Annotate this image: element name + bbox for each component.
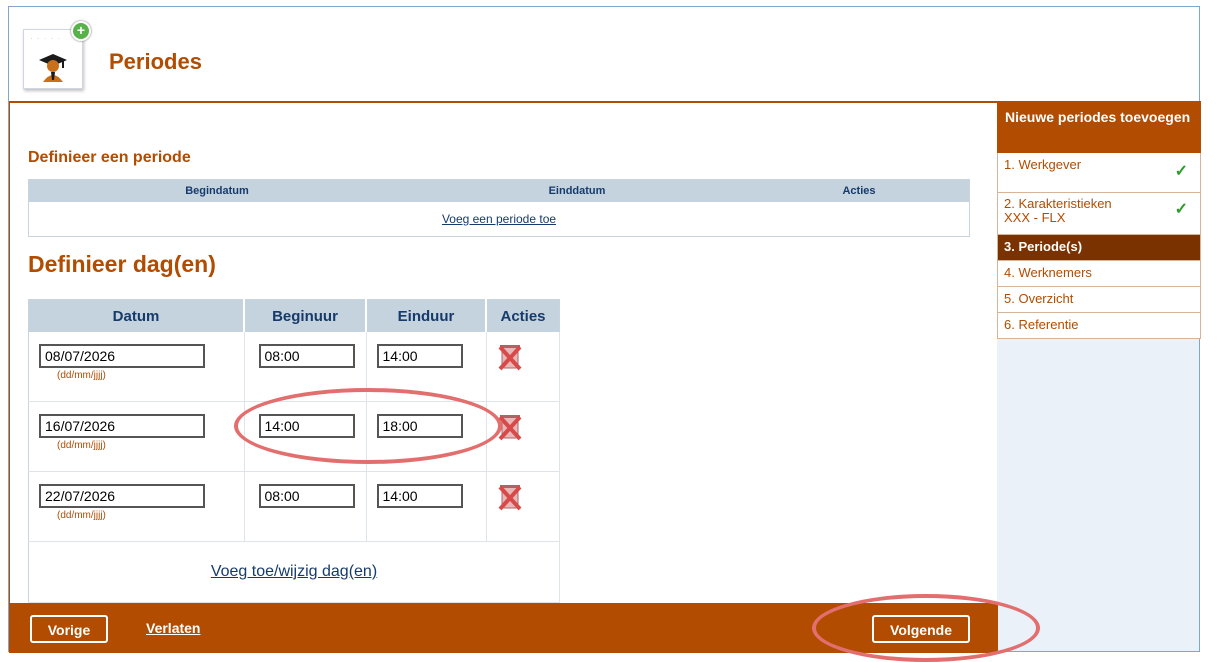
col-datum: Datum bbox=[28, 299, 245, 332]
graduate-icon bbox=[39, 54, 67, 82]
col-acties: Acties bbox=[749, 179, 970, 202]
sidebar-title: Nieuwe periodes toevoegen bbox=[997, 101, 1201, 153]
delete-icon[interactable] bbox=[497, 412, 523, 442]
days-section-title: Definieer dag(en) bbox=[28, 251, 216, 277]
start-time-input[interactable]: 08:00 bbox=[258, 344, 355, 368]
date-format-hint: (dd/mm/jjjj) bbox=[57, 510, 106, 521]
step-label: 3. Periode(s) bbox=[1004, 239, 1083, 254]
check-icon: ✓ bbox=[1174, 201, 1188, 218]
date-input[interactable]: 16/07/2026 bbox=[39, 414, 205, 438]
previous-button[interactable]: Vorige bbox=[30, 615, 108, 643]
delete-icon[interactable] bbox=[497, 342, 523, 372]
leave-link[interactable]: Verlaten bbox=[146, 620, 200, 636]
col-beginuur: Beginuur bbox=[244, 299, 367, 332]
wizard-steps-sidebar: Nieuwe periodes toevoegen 1. Werkgever ✓… bbox=[997, 101, 1201, 361]
date-format-hint: (dd/mm/jjjj) bbox=[57, 370, 106, 381]
page-title: Periodes bbox=[109, 49, 202, 74]
add-edit-days-link[interactable]: Voeg toe/wijzig dag(en) bbox=[211, 563, 377, 580]
col-einduur: Einduur bbox=[366, 299, 487, 332]
start-time-input[interactable]: 14:00 bbox=[258, 414, 355, 438]
step-sublabel: XXX - FLX bbox=[1004, 210, 1066, 225]
date-input[interactable]: 22/07/2026 bbox=[39, 484, 205, 508]
end-time-input[interactable]: 18:00 bbox=[376, 414, 463, 438]
step-label: 6. Referentie bbox=[1004, 317, 1079, 332]
table-row: 22/07/2026 (dd/mm/jjjj) 08:00 14:00 bbox=[28, 471, 560, 542]
step-werknemers[interactable]: 4. Werknemers bbox=[997, 261, 1201, 287]
step-label: 5. Overzicht bbox=[1004, 291, 1074, 306]
app-frame: · · · · · + Periodes Definieer een perio… bbox=[8, 6, 1201, 653]
table-row: 16/07/2026 (dd/mm/jjjj) 14:00 18:00 bbox=[28, 401, 560, 472]
period-table: Begindatum Einddatum Acties Voeg een per… bbox=[28, 179, 970, 237]
delete-icon[interactable] bbox=[497, 482, 523, 512]
end-time-input[interactable]: 14:00 bbox=[376, 344, 463, 368]
step-overzicht[interactable]: 5. Overzicht bbox=[997, 287, 1201, 313]
col-einddatum: Einddatum bbox=[405, 179, 749, 202]
col-begindatum: Begindatum bbox=[28, 179, 405, 202]
step-karakteristieken[interactable]: 2. Karakteristieken XXX - FLX ✓ bbox=[997, 193, 1201, 235]
check-icon: ✓ bbox=[1174, 163, 1188, 180]
step-periodes[interactable]: 3. Periode(s) bbox=[997, 235, 1201, 261]
step-label: 1. Werkgever bbox=[1004, 157, 1082, 172]
date-format-hint: (dd/mm/jjjj) bbox=[57, 440, 106, 451]
end-time-input[interactable]: 14:00 bbox=[376, 484, 463, 508]
step-label: 2. Karakteristieken bbox=[1004, 196, 1112, 211]
step-label: 4. Werknemers bbox=[1004, 265, 1092, 280]
footer-bar: Vorige Verlaten Volgende bbox=[10, 603, 998, 653]
col-acties: Acties bbox=[486, 299, 560, 332]
step-referentie[interactable]: 6. Referentie bbox=[997, 313, 1201, 339]
period-section-title: Definieer een periode bbox=[28, 149, 191, 166]
step-werkgever[interactable]: 1. Werkgever ✓ bbox=[997, 153, 1201, 193]
plus-icon: + bbox=[71, 21, 91, 41]
days-table: Datum Beginuur Einduur Acties 08/07/2026… bbox=[28, 299, 560, 603]
next-button[interactable]: Volgende bbox=[872, 615, 970, 643]
add-period-link[interactable]: Voeg een periode toe bbox=[442, 212, 556, 226]
page-header: · · · · · + Periodes bbox=[9, 7, 1199, 101]
date-input[interactable]: 08/07/2026 bbox=[39, 344, 205, 368]
start-time-input[interactable]: 08:00 bbox=[258, 484, 355, 508]
main-panel: Definieer een periode Begindatum Einddat… bbox=[9, 101, 998, 653]
table-row: 08/07/2026 (dd/mm/jjjj) 08:00 14:00 bbox=[28, 332, 560, 402]
